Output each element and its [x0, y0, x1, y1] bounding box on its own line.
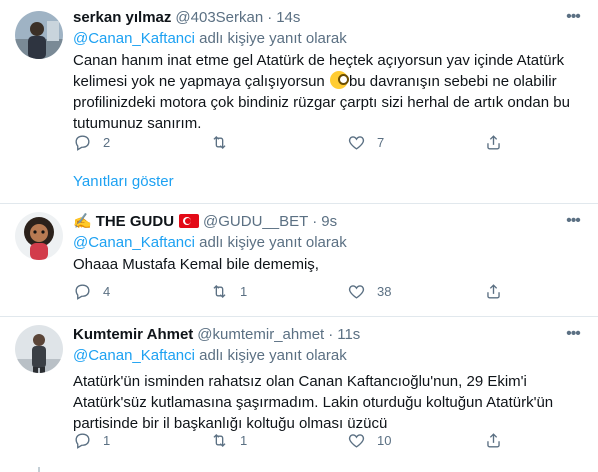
reply-context: @Canan_Kaftanci adlı kişiye yanıt olarak: [73, 232, 584, 254]
heart-icon: [348, 136, 365, 150]
timestamp[interactable]: 14s: [276, 9, 300, 26]
share-icon: [487, 284, 500, 299]
reply-button[interactable]: 4: [73, 282, 210, 301]
timestamp[interactable]: 9s: [321, 213, 337, 230]
share-icon: [487, 135, 500, 150]
like-button[interactable]: 7: [347, 133, 484, 152]
like-count: 10: [377, 433, 392, 448]
tweet-text: Canan hanım inat etme gel Atatürk de heç…: [73, 50, 584, 134]
tweet-header: ✍ THE GUDU @GUDU__BET · 9s: [73, 210, 584, 232]
tweet-kumtemir[interactable]: Kumtemir Ahmet @kumtemir_ahmet · 11s •••…: [0, 317, 598, 472]
like-button[interactable]: 10: [347, 431, 484, 450]
reply-icon: [75, 135, 90, 151]
reply-context: @Canan_Kaftanci adlı kişiye yanıt olarak: [73, 28, 584, 50]
show-replies-link[interactable]: Yanıtları göster: [73, 173, 174, 190]
share-button[interactable]: [484, 431, 598, 450]
tweet-header: serkan yılmaz @403Serkan · 14s: [73, 6, 584, 28]
thread-line: [38, 467, 40, 472]
reply-context-label: adlı kişiye yanıt olarak: [194, 347, 347, 364]
like-count: 7: [377, 135, 385, 150]
separator-dot: ·: [267, 8, 273, 26]
writing-hand-icon: ✍: [73, 213, 92, 230]
reply-count: 2: [103, 135, 111, 150]
avatar[interactable]: [15, 11, 63, 59]
timestamp[interactable]: 11s: [337, 326, 360, 343]
more-options-icon[interactable]: •••: [562, 323, 584, 345]
tweet-actions: 2 7: [73, 133, 598, 152]
more-options-icon[interactable]: •••: [562, 6, 584, 28]
separator-dot: ·: [312, 212, 318, 230]
user-handle[interactable]: @GUDU__BET: [203, 213, 308, 230]
more-options-icon[interactable]: •••: [562, 210, 584, 232]
share-icon: [487, 433, 500, 448]
tweet-gudu[interactable]: ✍ THE GUDU @GUDU__BET · 9s ••• @Canan_Ka…: [0, 204, 598, 317]
display-name[interactable]: Kumtemir Ahmet: [73, 326, 193, 343]
face-with-monocle-icon: [329, 71, 349, 89]
reply-button[interactable]: 1: [73, 431, 210, 450]
reply-icon: [75, 284, 90, 300]
tweet-header: Kumtemir Ahmet @kumtemir_ahmet · 11s: [73, 323, 584, 345]
turkey-flag-icon: [179, 214, 200, 228]
tweet-serkan[interactable]: serkan yılmaz @403Serkan · 14s ••• @Cana…: [0, 0, 598, 204]
tweet-actions: 4 1 38: [73, 282, 598, 301]
display-name[interactable]: THE GUDU: [96, 213, 174, 230]
reply-context-label: adlı kişiye yanıt olarak: [194, 30, 347, 47]
tweet-text: Atatürk'ün isminden rahatsız olan Canan …: [73, 373, 554, 432]
mention-link[interactable]: @Canan_Kaftanci: [73, 234, 195, 251]
retweet-icon: [213, 434, 226, 447]
share-button[interactable]: [484, 282, 598, 301]
share-button[interactable]: [484, 133, 598, 152]
reply-context-label: adlı kişiye yanıt olarak: [194, 234, 347, 251]
retweet-icon: [213, 285, 226, 298]
user-handle[interactable]: @403Serkan: [175, 9, 263, 26]
tweet-actions: 1 1 10: [73, 431, 598, 450]
reply-count: 1: [103, 433, 111, 448]
retweet-button[interactable]: 1: [210, 282, 347, 301]
avatar[interactable]: [15, 325, 63, 373]
retweet-icon: [213, 136, 226, 149]
display-name[interactable]: serkan yılmaz: [73, 9, 171, 26]
reply-icon: [75, 433, 90, 449]
separator-dot: ·: [328, 325, 334, 343]
retweet-button[interactable]: [210, 133, 347, 152]
retweet-count: 1: [240, 284, 248, 299]
reply-context: @Canan_Kaftanci adlı kişiye yanıt olarak: [73, 345, 584, 367]
reply-button[interactable]: 2: [73, 133, 210, 152]
heart-icon: [348, 434, 365, 448]
user-handle[interactable]: @kumtemir_ahmet: [197, 326, 324, 343]
avatar[interactable]: [15, 212, 63, 260]
like-button[interactable]: 38: [347, 282, 484, 301]
mention-link[interactable]: @Canan_Kaftanci: [73, 347, 195, 364]
retweet-button[interactable]: 1: [210, 431, 347, 450]
mention-link[interactable]: @Canan_Kaftanci: [73, 30, 195, 47]
tweet-text: Ohaaa Mustafa Kemal bile dememiş,: [73, 256, 319, 273]
retweet-count: 1: [240, 433, 248, 448]
like-count: 38: [377, 284, 392, 299]
reply-count: 4: [103, 284, 111, 299]
heart-icon: [348, 285, 365, 299]
